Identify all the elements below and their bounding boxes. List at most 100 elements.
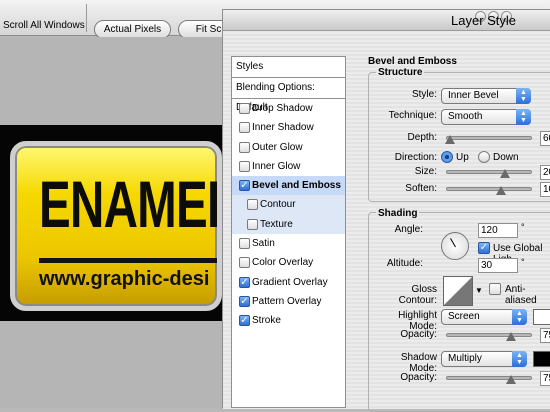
size-field[interactable]: 20: [540, 165, 550, 180]
direction-down-radio[interactable]: [478, 151, 490, 163]
shadow-mode-select[interactable]: Multiply ▲ ▼: [441, 351, 527, 367]
satin-checkbox[interactable]: [239, 238, 250, 250]
shading-title: Shading: [376, 208, 420, 219]
dialog-title: Layer Style: [451, 13, 517, 28]
altitude-field[interactable]: 30: [478, 258, 518, 273]
use-global-light-checkbox[interactable]: ✓: [478, 242, 490, 254]
chevron-updown-icon: ▲ ▼: [516, 88, 531, 104]
bevel-emboss-title: Bevel and Emboss: [368, 56, 457, 67]
drop-shadow-checkbox[interactable]: [239, 103, 250, 114]
style-select[interactable]: Inner Bevel ▲ ▼: [441, 88, 531, 104]
highlight-opacity-thumb[interactable]: [506, 332, 516, 341]
artwork-rule: [39, 258, 217, 263]
style-item-gradient-overlay[interactable]: ✓ Gradient Overlay: [232, 273, 345, 292]
shadow-color-swatch[interactable]: [533, 351, 550, 367]
blending-options-item[interactable]: Blending Options: Default: [232, 78, 345, 113]
chevron-updown-icon: ▲ ▼: [512, 351, 527, 367]
highlight-mode-select[interactable]: Screen ▲ ▼: [441, 309, 527, 325]
depth-label: Depth:: [407, 132, 437, 143]
soften-field[interactable]: 10: [540, 182, 550, 197]
angle-degree-symbol: °: [521, 222, 525, 232]
angle-field[interactable]: 120: [478, 223, 518, 238]
style-item-label: Satin: [252, 238, 275, 250]
shadow-opacity-field[interactable]: 75: [540, 371, 550, 386]
depth-slider-thumb[interactable]: [445, 135, 455, 144]
styles-list: Styles Blending Options: Default Drop Sh…: [231, 56, 346, 408]
depth-slider-track[interactable]: [446, 136, 532, 140]
size-label: Size:: [414, 166, 437, 177]
style-item-label: Gradient Overlay: [252, 276, 328, 288]
inner-glow-checkbox[interactable]: [239, 160, 250, 172]
anti-aliased-checkbox[interactable]: [489, 283, 501, 295]
soften-slider-track[interactable]: [446, 187, 532, 191]
style-item-color-overlay[interactable]: Color Overlay: [232, 253, 345, 272]
style-item-contour[interactable]: Contour: [232, 195, 345, 215]
artwork-url: www.graphic-desi: [39, 268, 210, 290]
artwork-title: ENAMEL: [39, 167, 222, 241]
style-item-label: Inner Glow: [252, 160, 301, 172]
gradient-overlay-checkbox[interactable]: ✓: [239, 276, 250, 288]
color-overlay-checkbox[interactable]: [239, 257, 250, 269]
enamel-plate: ENAMEL www.graphic-desi: [10, 141, 222, 311]
size-slider-track[interactable]: [446, 170, 532, 174]
gloss-contour-swatch[interactable]: [443, 276, 473, 306]
chevron-updown-icon: ▲ ▼: [516, 109, 531, 125]
layer-style-dialog: Layer Style Styles Blending Options: Def…: [222, 9, 550, 412]
style-item-inner-shadow[interactable]: Inner Shadow: [232, 118, 345, 137]
style-item-drop-shadow[interactable]: Drop Shadow: [232, 99, 345, 118]
style-item-label: Outer Glow: [252, 141, 303, 153]
style-label: Style:: [411, 89, 437, 100]
style-item-label: Texture: [260, 218, 293, 230]
angle-label: Angle:: [394, 224, 423, 235]
style-item-texture[interactable]: Texture: [232, 214, 345, 235]
style-item-pattern-overlay[interactable]: ✓ Pattern Overlay: [232, 292, 345, 311]
angle-wheel[interactable]: [441, 232, 469, 260]
gloss-contour-label: Gloss Contour:: [398, 284, 437, 306]
artwork-image: ENAMEL www.graphic-desi: [0, 125, 222, 321]
highlight-color-swatch[interactable]: [533, 309, 550, 325]
shadow-opacity-track[interactable]: [446, 376, 532, 380]
anti-aliased-label: Anti-aliased: [505, 284, 537, 306]
style-select-value: Inner Bevel: [448, 90, 499, 101]
style-item-bevel-and-emboss[interactable]: ✓ Bevel and Emboss: [232, 176, 345, 196]
style-item-satin[interactable]: Satin: [232, 234, 345, 253]
size-slider-thumb[interactable]: [500, 169, 510, 178]
shadow-mode-label: Shadow Mode:: [400, 352, 437, 374]
shadow-mode-value: Multiply: [448, 353, 482, 364]
style-item-stroke[interactable]: ✓ Stroke: [232, 311, 345, 330]
highlight-mode-value: Screen: [448, 311, 480, 322]
depth-field[interactable]: 60: [540, 131, 550, 146]
style-item-label: Inner Shadow: [252, 122, 314, 134]
style-item-label: Contour: [260, 199, 296, 211]
document-canvas[interactable]: ENAMEL www.graphic-desi: [0, 37, 222, 408]
technique-select-value: Smooth: [448, 111, 483, 122]
highlight-opacity-label: Opacity:: [400, 329, 437, 340]
style-item-label: Stroke: [252, 315, 281, 327]
scroll-all-windows-label[interactable]: Scroll All Windows: [3, 20, 85, 31]
bevel-and-emboss-checkbox[interactable]: ✓: [239, 180, 250, 192]
direction-up-radio[interactable]: [441, 151, 453, 163]
dialog-titlebar[interactable]: Layer Style: [223, 10, 550, 31]
contour-checkbox[interactable]: [247, 199, 258, 211]
gloss-contour-dropdown-icon[interactable]: ▼: [475, 286, 483, 295]
altitude-label: Altitude:: [386, 258, 423, 269]
shadow-opacity-thumb[interactable]: [506, 375, 516, 384]
highlight-opacity-track[interactable]: [446, 333, 532, 337]
texture-checkbox[interactable]: [247, 218, 258, 230]
style-item-label: Color Overlay: [252, 257, 314, 269]
angle-needle: [450, 238, 456, 248]
styles-header[interactable]: Styles: [232, 57, 345, 78]
pattern-overlay-checkbox[interactable]: ✓: [239, 295, 250, 307]
soften-slider-thumb[interactable]: [496, 186, 506, 195]
shadow-opacity-label: Opacity:: [400, 372, 437, 383]
style-item-inner-glow[interactable]: Inner Glow: [232, 157, 345, 176]
technique-select[interactable]: Smooth ▲ ▼: [441, 109, 531, 125]
direction-down-label: Down: [493, 152, 519, 163]
outer-glow-checkbox[interactable]: [239, 141, 250, 153]
altitude-degree-symbol: °: [521, 257, 525, 267]
style-item-outer-glow[interactable]: Outer Glow: [232, 138, 345, 157]
inner-shadow-checkbox[interactable]: [239, 122, 250, 134]
highlight-opacity-field[interactable]: 75: [540, 328, 550, 343]
direction-up-label: Up: [456, 152, 469, 163]
stroke-checkbox[interactable]: ✓: [239, 315, 250, 327]
